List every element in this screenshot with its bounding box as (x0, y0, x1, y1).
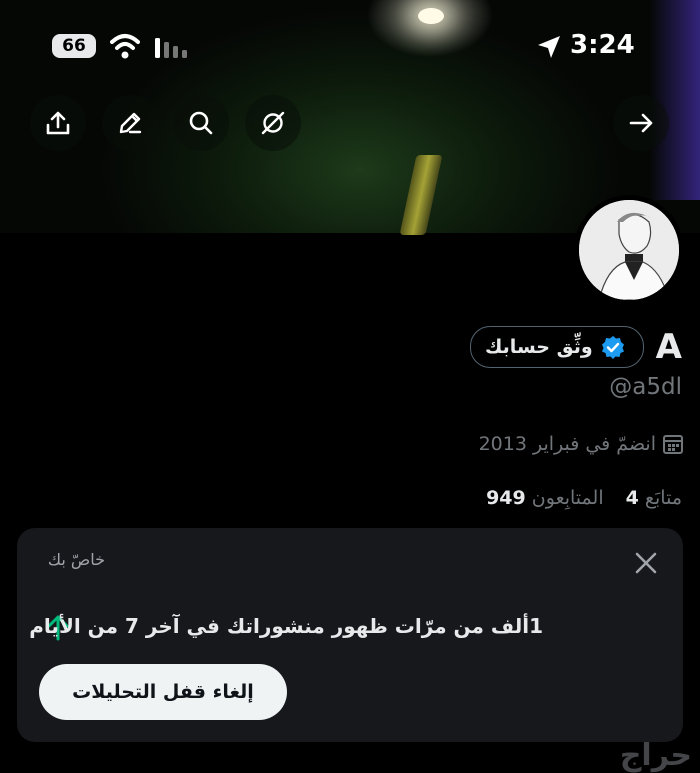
join-date-text: انضمّ في فبراير 2013 (478, 433, 656, 455)
calendar-icon (663, 435, 683, 454)
status-bar: 66 3:24 (0, 0, 700, 92)
banner-pole (399, 155, 443, 235)
grok-button[interactable] (245, 95, 301, 151)
avatar[interactable] (574, 195, 684, 305)
wifi-icon (110, 34, 140, 59)
impressions-message: 1ألف من مرّات ظهور منشوراتك في آخر 7 من … (29, 614, 543, 638)
share-button[interactable] (30, 95, 86, 151)
share-icon (46, 111, 70, 135)
join-date: انضمّ في فبراير 2013 (479, 433, 684, 455)
followers-link[interactable]: 949 المتابِعون (486, 487, 604, 509)
back-arrow-icon (629, 113, 653, 133)
followers-count: 949 (486, 487, 526, 509)
verify-label: وثِّق حسابك (484, 336, 593, 358)
clock: 3:24 (570, 30, 635, 60)
edit-button[interactable] (102, 95, 158, 151)
follow-stats: 4 متابَع 949 المتابِعون (486, 487, 682, 509)
search-icon (189, 111, 213, 135)
search-button[interactable] (173, 95, 229, 151)
grok-icon (261, 111, 285, 135)
battery-indicator: 66 (52, 34, 96, 58)
signal-icon (155, 38, 187, 58)
display-name: A (655, 327, 682, 367)
followers-label: المتابِعون (531, 487, 604, 509)
watermark: حراج (619, 738, 692, 773)
edit-icon (119, 112, 142, 134)
verified-badge-icon (601, 336, 624, 359)
back-button[interactable] (613, 95, 669, 151)
user-handle: @a5dl (609, 374, 682, 400)
verify-account-button[interactable]: وثِّق حسابك (469, 326, 644, 368)
name-row: A وثِّق حسابك (469, 324, 682, 370)
avatar-image (579, 200, 679, 300)
unlock-analytics-button[interactable]: إلغاء قفل التحليلات (39, 664, 287, 720)
location-arrow-icon (538, 36, 560, 58)
card-label: خاصّ بك (47, 550, 105, 569)
avatar-drawing (579, 200, 679, 300)
following-count: 4 (625, 487, 639, 509)
following-link[interactable]: 4 متابَع (626, 487, 682, 509)
close-icon[interactable] (631, 548, 661, 578)
analytics-card: خاصّ بك 1ألف من مرّات ظهور منشوراتك في آ… (17, 528, 683, 742)
following-label: متابَع (644, 487, 682, 509)
